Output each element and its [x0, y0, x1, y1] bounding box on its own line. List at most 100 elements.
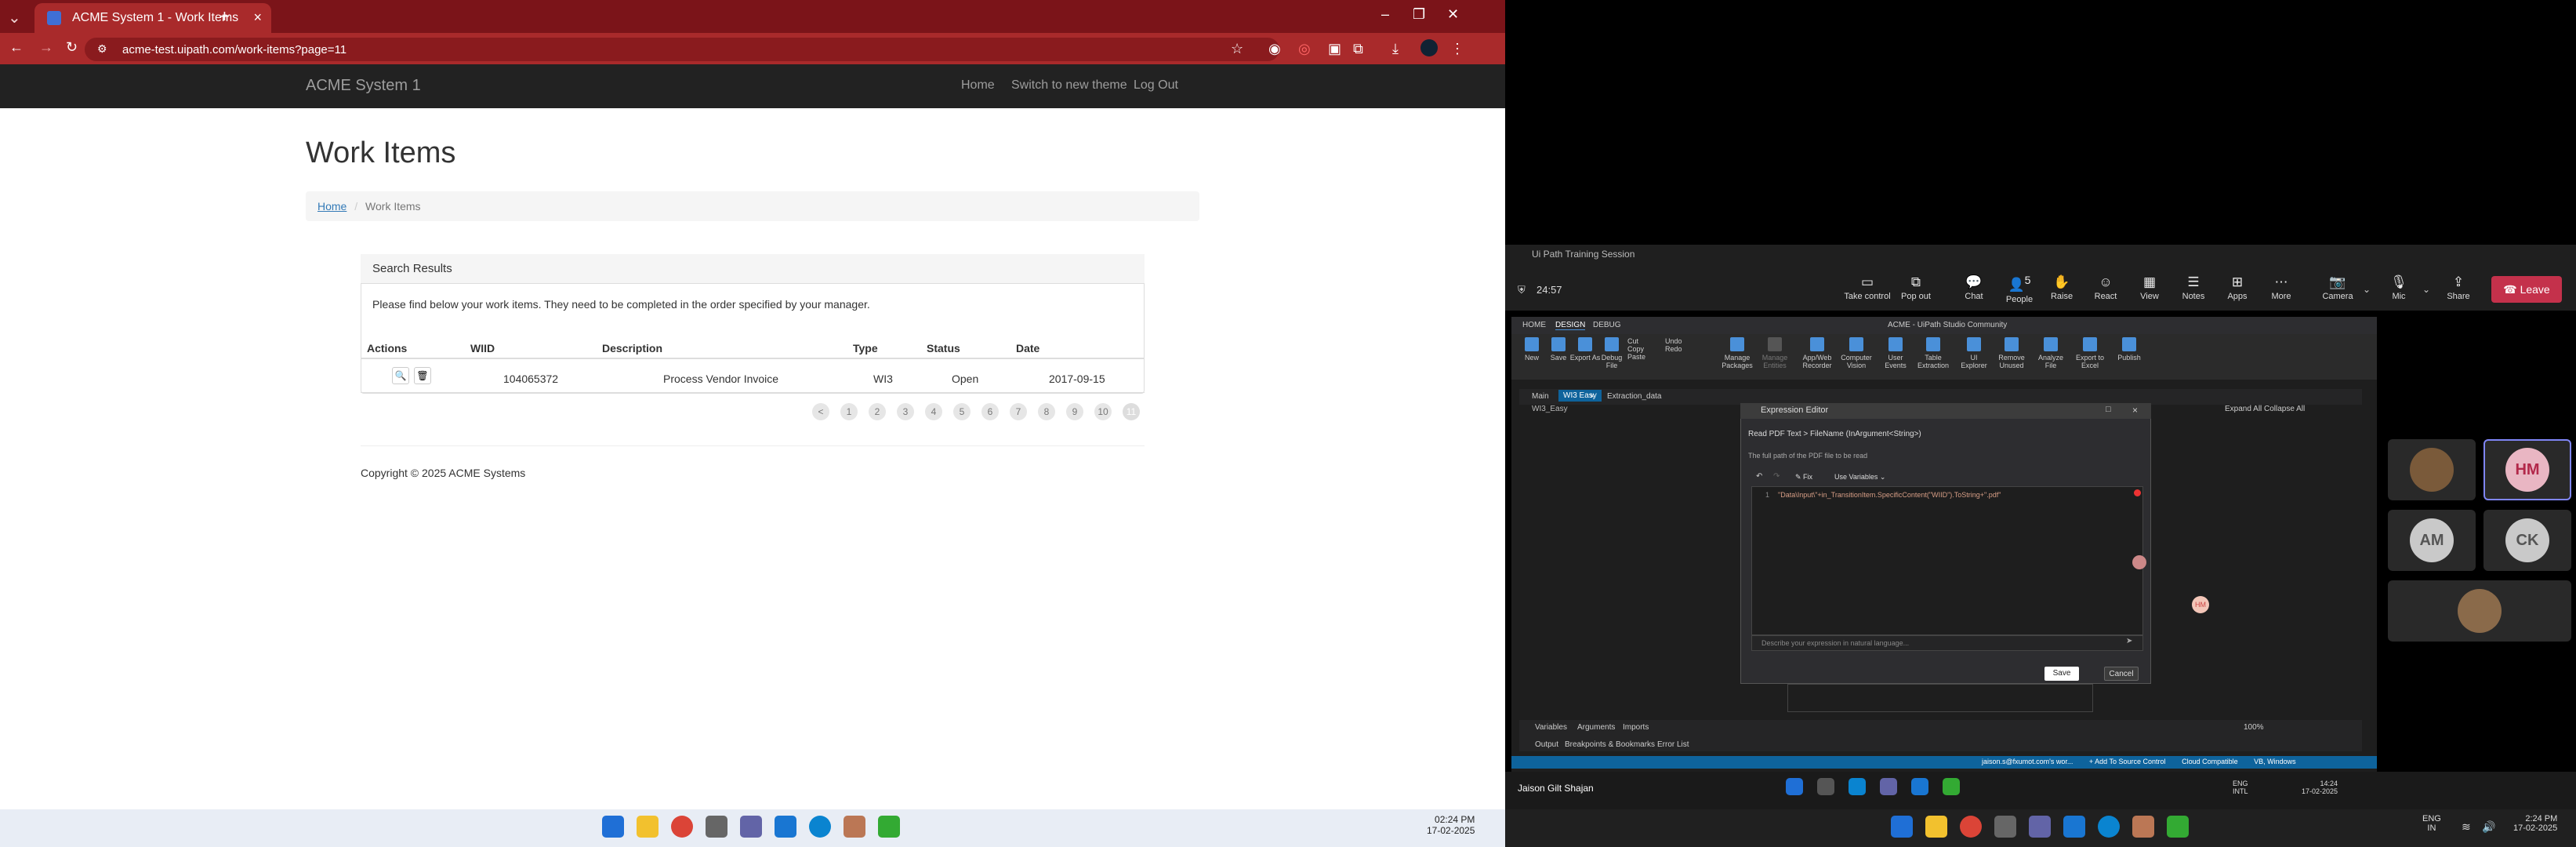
undo-icon[interactable]: ↶ — [1756, 472, 1762, 481]
menu-icon[interactable]: ⋮ — [1450, 41, 1464, 57]
app3-icon[interactable] — [878, 816, 900, 838]
redo-icon[interactable]: ↷ — [1773, 472, 1780, 481]
nav-logout[interactable]: Log Out — [1134, 78, 1178, 93]
doc-tab-extraction[interactable]: Extraction_data — [1607, 392, 1662, 401]
apps-button[interactable]: ⊞ Apps — [2214, 274, 2261, 301]
reload-icon[interactable]: ↻ — [66, 39, 78, 56]
ribbon-redo[interactable]: Redo — [1665, 345, 1696, 353]
participant-tile-am[interactable]: AM — [2388, 510, 2476, 571]
badge-extension-icon[interactable]: ▣ — [1328, 41, 1341, 57]
chat-button[interactable]: 💬 Chat — [1950, 274, 1997, 301]
teams-icon[interactable] — [740, 816, 762, 838]
forward-icon[interactable]: → — [39, 39, 53, 56]
variables-tab[interactable]: Variables — [1535, 723, 1567, 732]
ribbon-remove-unused[interactable]: Remove Unused — [1996, 337, 2027, 369]
expression-code-editor[interactable] — [1751, 486, 2143, 635]
send-icon[interactable]: ➤ — [2126, 637, 2132, 645]
browser-tab[interactable]: ACME System 1 - Work Items × — [34, 3, 271, 33]
dialog-close-icon[interactable]: × — [2132, 405, 2138, 416]
edge-icon-2[interactable] — [2098, 816, 2120, 838]
fix-button[interactable]: ✎ Fix — [1795, 473, 1812, 482]
volume-icon[interactable]: 🔊 — [2482, 820, 2495, 834]
expression-code[interactable]: "Data\Input\"+in_TransitionItem.Specific… — [1778, 491, 2001, 499]
ribbon-history[interactable]: Undo Redo — [1665, 337, 1696, 353]
ribbon-table[interactable]: Table Extraction — [1917, 337, 1949, 369]
take-control-button[interactable]: ▭ Take control — [1844, 274, 1891, 301]
extension-icon[interactable]: ◉ — [1268, 41, 1281, 57]
chrome-icon[interactable] — [671, 816, 693, 838]
wifi-icon[interactable]: ≋ — [2462, 820, 2471, 834]
app-icon[interactable] — [706, 816, 727, 838]
ribbon-publish[interactable]: Publish — [2113, 337, 2145, 362]
share-button[interactable]: ⇪ Share — [2435, 274, 2482, 301]
explorer-icon[interactable] — [1925, 816, 1947, 838]
tab-search-icon[interactable]: ⌄ — [8, 8, 21, 27]
ribbon-copy[interactable]: Copy — [1627, 345, 1659, 353]
camera-button[interactable]: 📷 Camera — [2314, 274, 2361, 301]
site-brand[interactable]: ACME System 1 — [306, 77, 421, 95]
expand-all-link[interactable]: Expand All — [2225, 405, 2262, 413]
page-3[interactable]: 3 — [897, 403, 914, 420]
ribbon-undo[interactable]: Undo — [1665, 337, 1696, 345]
page-6[interactable]: 6 — [981, 403, 999, 420]
ribbon-clipboard[interactable]: Cut Copy Paste — [1627, 337, 1659, 361]
puzzle-icon[interactable]: ⧉ — [1353, 41, 1363, 57]
save-button[interactable]: Save — [2044, 667, 2079, 681]
lang-indicator[interactable]: ENG IN — [2422, 814, 2441, 833]
app2-icon[interactable] — [844, 816, 865, 838]
bookmark-star-icon[interactable]: ☆ — [1231, 41, 1243, 57]
camera-chevron-icon[interactable]: ⌄ — [2363, 284, 2371, 295]
ribbon-debug[interactable]: Debug File — [1596, 337, 1627, 369]
mic-button[interactable]: 🎙 Mic — [2375, 274, 2422, 301]
people-button[interactable]: 👤5 People — [1996, 274, 2043, 304]
more-button[interactable]: ⋯ More — [2258, 274, 2305, 301]
breadcrumb-home[interactable]: Home — [317, 200, 346, 213]
status-account[interactable]: jaison.s@fxumot.com's wor... — [1982, 758, 2073, 765]
page-prev[interactable]: < — [812, 403, 829, 420]
imports-tab[interactable]: Imports — [1623, 723, 1649, 732]
nav-switch-theme[interactable]: Switch to new theme — [1011, 78, 1127, 93]
arguments-tab[interactable]: Arguments — [1577, 723, 1615, 732]
ribbon-ui-explorer[interactable]: UI Explorer — [1958, 337, 1990, 369]
leave-button[interactable]: ☎ Leave — [2491, 276, 2562, 303]
participant-tile-video-2[interactable] — [2388, 580, 2571, 642]
address-bar[interactable]: ⚙ acme-test.uipath.com/work-items?page=1… — [85, 38, 1279, 61]
use-variables-dropdown[interactable]: Use Variables ⌄ — [1834, 473, 1885, 482]
page-10[interactable]: 10 — [1094, 403, 1112, 420]
site-info-icon[interactable]: ⚙ — [97, 42, 107, 56]
cancel-button[interactable]: Cancel — [2104, 667, 2139, 681]
download-icon[interactable]: ⤓ — [1392, 41, 1399, 57]
app-icon-2[interactable] — [1994, 816, 2016, 838]
zoom-level[interactable]: 100% — [2244, 723, 2264, 732]
studio-icon[interactable] — [775, 816, 796, 838]
page-7[interactable]: 7 — [1010, 403, 1027, 420]
ribbon-paste[interactable]: Paste — [1627, 353, 1659, 361]
status-compat[interactable]: Cloud Compatible — [2182, 758, 2238, 765]
new-tab-button[interactable]: + — [220, 6, 230, 27]
page-2[interactable]: 2 — [869, 403, 886, 420]
popout-button[interactable]: ⧉ Pop out — [1892, 274, 1939, 301]
file-explorer-icon[interactable] — [637, 816, 659, 838]
activity-card[interactable] — [1787, 684, 2093, 712]
error-list-tab[interactable]: Error List — [1657, 740, 1689, 749]
collapse-all-link[interactable]: Collapse All — [2264, 405, 2305, 413]
participant-tile-video-1[interactable] — [2388, 439, 2476, 500]
studio-icon-2[interactable] — [2063, 816, 2085, 838]
tab-design[interactable]: DESIGN — [1555, 321, 1586, 330]
page-4[interactable]: 4 — [925, 403, 942, 420]
ribbon-entities[interactable]: Manage Entities — [1759, 337, 1791, 369]
ribbon-analyze[interactable]: Analyze File — [2035, 337, 2066, 369]
doc-tab-main[interactable]: Main — [1532, 392, 1549, 401]
ribbon-cv[interactable]: Computer Vision — [1841, 337, 1872, 369]
ribbon-export-excel[interactable]: Export to Excel — [2074, 337, 2106, 369]
ribbon-packages[interactable]: Manage Packages — [1722, 337, 1753, 369]
chrome-icon-2[interactable] — [1960, 816, 1982, 838]
edge-icon[interactable] — [809, 816, 831, 838]
mic-chevron-icon[interactable]: ⌄ — [2422, 284, 2430, 295]
windows-start-icon[interactable] — [602, 816, 624, 838]
breakpoints-tab[interactable]: Breakpoints & Bookmarks — [1565, 740, 1655, 749]
minimize-icon[interactable]: – — [1381, 6, 1389, 23]
participant-tile-ck[interactable]: CK — [2483, 510, 2571, 571]
doc-tab-wi3[interactable]: WI3 Easy — [1558, 390, 1602, 402]
start-icon[interactable] — [1891, 816, 1913, 838]
